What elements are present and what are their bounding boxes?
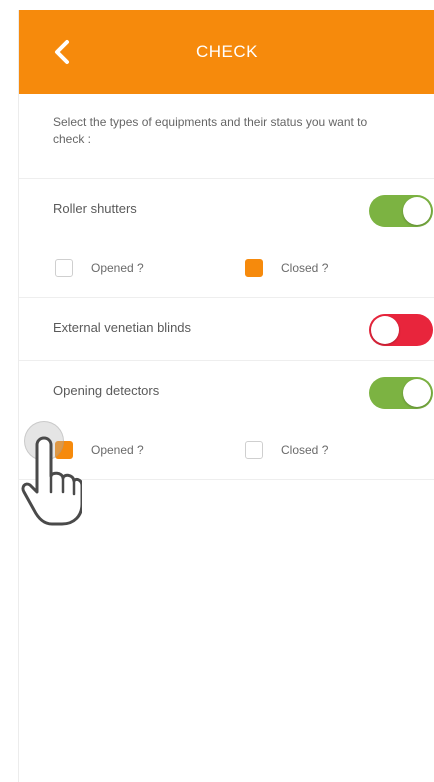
roller-closed-option[interactable]: Closed ?	[245, 259, 328, 277]
section-roller-shutters: Roller shutters Opened ? Closed ?	[19, 179, 434, 298]
hand-pointer-icon	[21, 436, 82, 526]
roller-opened-option[interactable]: Opened ?	[55, 259, 144, 277]
option-label: Closed ?	[281, 261, 329, 275]
section-label: Roller shutters	[53, 201, 137, 216]
detectors-closed-checkbox[interactable]	[245, 441, 263, 459]
opening-detectors-toggle[interactable]	[369, 377, 433, 409]
intro-text: Select the types of equipments and their…	[19, 94, 434, 179]
venetian-blinds-toggle[interactable]	[369, 314, 433, 346]
roller-shutters-toggle[interactable]	[369, 195, 433, 227]
check-screen: CHECK Select the types of equipments and…	[18, 10, 434, 782]
section-label: External venetian blinds	[53, 320, 192, 335]
toggle-knob	[403, 379, 431, 407]
status-options: Opened ? Closed ?	[19, 259, 434, 279]
option-label: Opened ?	[91, 443, 144, 457]
section-label: Opening detectors	[53, 383, 160, 398]
toggle-knob	[371, 316, 399, 344]
roller-opened-checkbox[interactable]	[55, 259, 73, 277]
page-title: CHECK	[195, 42, 258, 61]
section-external-venetian-blinds: External venetian blinds	[19, 298, 434, 361]
toggle-knob	[403, 197, 431, 225]
app-header: CHECK	[19, 10, 434, 94]
detectors-closed-option[interactable]: Closed ?	[245, 441, 328, 459]
option-label: Opened ?	[91, 261, 144, 275]
option-label: Closed ?	[281, 443, 329, 457]
roller-closed-checkbox[interactable]	[245, 259, 263, 277]
